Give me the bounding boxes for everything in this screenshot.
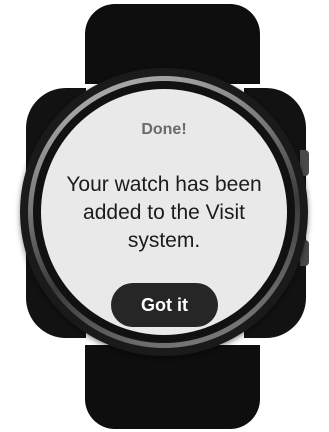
watch-screen: Done! Your watch has been added to the V… — [41, 89, 287, 335]
got-it-button[interactable]: Got it — [111, 283, 218, 327]
dialog-title: Done! — [141, 121, 187, 138]
smartwatch-device: Done! Your watch has been added to the V… — [0, 0, 329, 432]
watch-strap-bottom — [85, 345, 260, 429]
dialog-message: Your watch has been added to the Visit s… — [66, 173, 262, 252]
